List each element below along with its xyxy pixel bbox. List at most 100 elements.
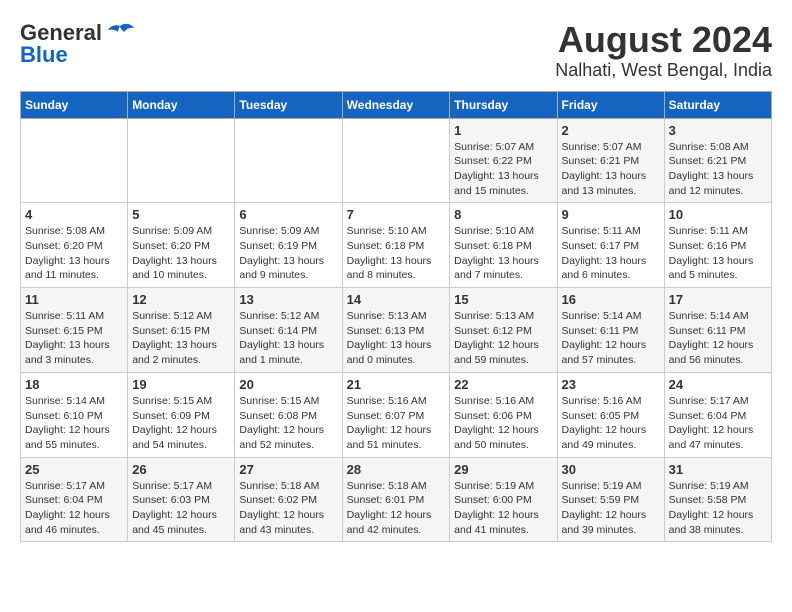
calendar-cell: 13 Sunrise: 5:12 AM Sunset: 6:14 PM Dayli… — [235, 288, 342, 373]
cell-info-text: Sunrise: 5:07 AM Sunset: 6:22 PM Dayligh… — [454, 140, 552, 199]
calendar-cell: 7 Sunrise: 5:10 AM Sunset: 6:18 PM Daylig… — [342, 203, 450, 288]
calendar-cell: 20 Sunrise: 5:15 AM Sunset: 6:08 PM Dayli… — [235, 372, 342, 457]
cell-day-number: 10 — [669, 207, 767, 222]
cell-info-text: Sunrise: 5:16 AM Sunset: 6:05 PM Dayligh… — [562, 394, 660, 453]
cell-day-number: 17 — [669, 292, 767, 307]
header-row: Sunday Monday Tuesday Wednesday Thursday… — [21, 91, 772, 118]
calendar-cell: 24 Sunrise: 5:17 AM Sunset: 6:04 PM Dayli… — [664, 372, 771, 457]
week-row-2: 11Sunrise: 5:11 AM Sunset: 6:15 PM Dayli… — [21, 288, 772, 373]
cell-day-number: 24 — [669, 377, 767, 392]
cell-info-text: Sunrise: 5:19 AM Sunset: 5:59 PM Dayligh… — [562, 479, 660, 538]
cell-day-number: 22 — [454, 377, 552, 392]
calendar-cell: 23 Sunrise: 5:16 AM Sunset: 6:05 PM Dayli… — [557, 372, 664, 457]
calendar-cell — [21, 118, 128, 203]
cell-day-number: 4 — [25, 207, 123, 222]
calendar-cell: 6 Sunrise: 5:09 AM Sunset: 6:19 PM Daylig… — [235, 203, 342, 288]
cell-day-number: 26 — [132, 462, 230, 477]
calendar-cell: 4 Sunrise: 5:08 AM Sunset: 6:20 PM Daylig… — [21, 203, 128, 288]
cell-info-text: Sunrise: 5:10 AM Sunset: 6:18 PM Dayligh… — [347, 224, 446, 283]
cell-day-number: 20 — [239, 377, 337, 392]
cell-day-number: 16 — [562, 292, 660, 307]
cell-info-text: Sunrise: 5:14 AM Sunset: 6:10 PM Dayligh… — [25, 394, 123, 453]
calendar-cell: 21Sunrise: 5:16 AM Sunset: 6:07 PM Dayli… — [342, 372, 450, 457]
cell-day-number: 28 — [347, 462, 446, 477]
calendar-cell: 1 Sunrise: 5:07 AM Sunset: 6:22 PM Daylig… — [450, 118, 557, 203]
calendar-cell: 30 Sunrise: 5:19 AM Sunset: 5:59 PM Dayli… — [557, 457, 664, 542]
cell-info-text: Sunrise: 5:09 AM Sunset: 6:20 PM Dayligh… — [132, 224, 230, 283]
cell-info-text: Sunrise: 5:07 AM Sunset: 6:21 PM Dayligh… — [562, 140, 660, 199]
cell-day-number: 18 — [25, 377, 123, 392]
cell-day-number: 13 — [239, 292, 337, 307]
week-row-3: 18 Sunrise: 5:14 AM Sunset: 6:10 PM Dayli… — [21, 372, 772, 457]
cell-info-text: Sunrise: 5:17 AM Sunset: 6:04 PM Dayligh… — [25, 479, 123, 538]
calendar-cell — [235, 118, 342, 203]
cell-info-text: Sunrise: 5:11 AM Sunset: 6:17 PM Dayligh… — [562, 224, 660, 283]
calendar-cell: 16 Sunrise: 5:14 AM Sunset: 6:11 PM Dayli… — [557, 288, 664, 373]
cell-day-number: 23 — [562, 377, 660, 392]
calendar-cell: 12Sunrise: 5:12 AM Sunset: 6:15 PM Dayli… — [128, 288, 235, 373]
cell-info-text: Sunrise: 5:14 AM Sunset: 6:11 PM Dayligh… — [562, 309, 660, 368]
cell-info-text: Sunrise: 5:13 AM Sunset: 6:13 PM Dayligh… — [347, 309, 446, 368]
cell-day-number: 1 — [454, 123, 552, 138]
header-monday: Monday — [128, 91, 235, 118]
cell-info-text: Sunrise: 5:19 AM Sunset: 6:00 PM Dayligh… — [454, 479, 552, 538]
cell-info-text: Sunrise: 5:14 AM Sunset: 6:11 PM Dayligh… — [669, 309, 767, 368]
cell-info-text: Sunrise: 5:19 AM Sunset: 5:58 PM Dayligh… — [669, 479, 767, 538]
cell-info-text: Sunrise: 5:12 AM Sunset: 6:14 PM Dayligh… — [239, 309, 337, 368]
logo-blue-text: Blue — [20, 42, 68, 68]
calendar-cell: 22 Sunrise: 5:16 AM Sunset: 6:06 PM Dayli… — [450, 372, 557, 457]
cell-day-number: 25 — [25, 462, 123, 477]
cell-day-number: 2 — [562, 123, 660, 138]
calendar-body: 1 Sunrise: 5:07 AM Sunset: 6:22 PM Daylig… — [21, 118, 772, 542]
cell-info-text: Sunrise: 5:10 AM Sunset: 6:18 PM Dayligh… — [454, 224, 552, 283]
cell-info-text: Sunrise: 5:08 AM Sunset: 6:21 PM Dayligh… — [669, 140, 767, 199]
calendar-cell: 11Sunrise: 5:11 AM Sunset: 6:15 PM Dayli… — [21, 288, 128, 373]
cell-info-text: Sunrise: 5:16 AM Sunset: 6:06 PM Dayligh… — [454, 394, 552, 453]
cell-info-text: Sunrise: 5:08 AM Sunset: 6:20 PM Dayligh… — [25, 224, 123, 283]
header-saturday: Saturday — [664, 91, 771, 118]
cell-day-number: 9 — [562, 207, 660, 222]
cell-info-text: Sunrise: 5:15 AM Sunset: 6:08 PM Dayligh… — [239, 394, 337, 453]
cell-day-number: 5 — [132, 207, 230, 222]
cell-day-number: 8 — [454, 207, 552, 222]
logo: General Blue — [20, 20, 134, 68]
cell-info-text: Sunrise: 5:17 AM Sunset: 6:04 PM Dayligh… — [669, 394, 767, 453]
cell-day-number: 31 — [669, 462, 767, 477]
calendar-cell: 10 Sunrise: 5:11 AM Sunset: 6:16 PM Dayli… — [664, 203, 771, 288]
calendar-cell: 26Sunrise: 5:17 AM Sunset: 6:03 PM Dayli… — [128, 457, 235, 542]
cell-day-number: 6 — [239, 207, 337, 222]
calendar-cell: 15 Sunrise: 5:13 AM Sunset: 6:12 PM Dayli… — [450, 288, 557, 373]
cell-day-number: 15 — [454, 292, 552, 307]
calendar-cell: 28Sunrise: 5:18 AM Sunset: 6:01 PM Dayli… — [342, 457, 450, 542]
cell-day-number: 7 — [347, 207, 446, 222]
cell-day-number: 30 — [562, 462, 660, 477]
cell-info-text: Sunrise: 5:11 AM Sunset: 6:16 PM Dayligh… — [669, 224, 767, 283]
calendar-cell: 8 Sunrise: 5:10 AM Sunset: 6:18 PM Daylig… — [450, 203, 557, 288]
page-header: General Blue August 2024 Nalhati, West B… — [20, 20, 772, 81]
calendar-cell: 14 Sunrise: 5:13 AM Sunset: 6:13 PM Dayli… — [342, 288, 450, 373]
calendar-cell: 31 Sunrise: 5:19 AM Sunset: 5:58 PM Dayli… — [664, 457, 771, 542]
cell-day-number: 3 — [669, 123, 767, 138]
calendar-cell — [128, 118, 235, 203]
cell-day-number: 21 — [347, 377, 446, 392]
cell-info-text: Sunrise: 5:09 AM Sunset: 6:19 PM Dayligh… — [239, 224, 337, 283]
calendar-title: August 2024 — [555, 20, 772, 60]
header-thursday: Thursday — [450, 91, 557, 118]
title-block: August 2024 Nalhati, West Bengal, India — [555, 20, 772, 81]
header-friday: Friday — [557, 91, 664, 118]
week-row-1: 4 Sunrise: 5:08 AM Sunset: 6:20 PM Daylig… — [21, 203, 772, 288]
header-sunday: Sunday — [21, 91, 128, 118]
calendar-cell: 29Sunrise: 5:19 AM Sunset: 6:00 PM Dayli… — [450, 457, 557, 542]
calendar-cell — [342, 118, 450, 203]
header-wednesday: Wednesday — [342, 91, 450, 118]
week-row-4: 25 Sunrise: 5:17 AM Sunset: 6:04 PM Dayli… — [21, 457, 772, 542]
cell-day-number: 14 — [347, 292, 446, 307]
cell-day-number: 12 — [132, 292, 230, 307]
calendar-cell: 18 Sunrise: 5:14 AM Sunset: 6:10 PM Dayli… — [21, 372, 128, 457]
calendar-table: Sunday Monday Tuesday Wednesday Thursday… — [20, 91, 772, 543]
calendar-cell: 5 Sunrise: 5:09 AM Sunset: 6:20 PM Daylig… — [128, 203, 235, 288]
calendar-cell: 2 Sunrise: 5:07 AM Sunset: 6:21 PM Daylig… — [557, 118, 664, 203]
header-tuesday: Tuesday — [235, 91, 342, 118]
calendar-cell: 9 Sunrise: 5:11 AM Sunset: 6:17 PM Daylig… — [557, 203, 664, 288]
cell-info-text: Sunrise: 5:13 AM Sunset: 6:12 PM Dayligh… — [454, 309, 552, 368]
